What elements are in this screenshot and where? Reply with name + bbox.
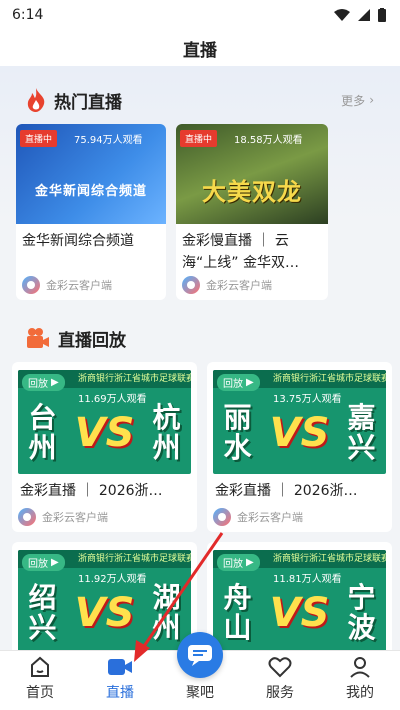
replay-card[interactable]: 浙商银行浙江省城市足球联赛 回放 ▶ 11.69万人观看 台州 VS 杭州 金彩直… — [12, 362, 197, 532]
hot-live-card[interactable]: 直播中 18.58万人观看 大美双龙 金彩慢直播 ｜ 云海“上线” 金华双… 金… — [176, 124, 328, 300]
team-a: 舟山 — [223, 581, 252, 644]
card-title: 金彩直播 ｜ 2026浙… — [20, 483, 163, 499]
hot-live-title: 热门直播 — [26, 88, 122, 113]
match-teams: 丽水 VS 嘉兴 — [213, 398, 386, 468]
content-area[interactable]: 热门直播 更多 › 直播中 75.94万人观看 金华新闻综合频道 金华新闻综合频… — [0, 66, 400, 650]
app-header: 直播 — [0, 30, 400, 66]
vs-label: VS — [269, 590, 330, 636]
match-teams: 舟山 VS 宁波 — [213, 578, 386, 648]
hot-live-row: 直播中 75.94万人观看 金华新闻综合频道 金华新闻综合频道 金彩云客户端 直… — [0, 124, 400, 300]
source-label: 金彩云客户端 — [237, 511, 303, 524]
vs-label: VS — [269, 410, 330, 456]
replay-label: 直播回放 — [58, 330, 126, 351]
tab-live-label: 直播 — [106, 685, 134, 701]
replay-badge: 回放 ▶ — [217, 374, 260, 391]
tab-mine[interactable]: 我的 — [325, 655, 395, 702]
thumbnail-caption: 大美双龙 — [202, 178, 302, 206]
team-a: 丽水 — [223, 401, 252, 464]
tab-community-label: 聚吧 — [186, 685, 214, 701]
replay-badge-label: 回放 — [28, 559, 48, 570]
replay-card[interactable]: 浙商银行浙江省城市足球联赛 回放 ▶ 11.92万人观看 绍兴 VS 湖州 — [12, 542, 197, 650]
hot-live-card[interactable]: 直播中 75.94万人观看 金华新闻综合频道 金华新闻综合频道 金彩云客户端 — [16, 124, 166, 300]
chat-icon — [188, 645, 212, 666]
page-title: 直播 — [183, 40, 217, 61]
tab-service[interactable]: 服务 — [245, 655, 315, 702]
card-title: 金彩直播 ｜ 2026浙… — [215, 483, 358, 499]
status-icons — [334, 8, 386, 22]
replay-card[interactable]: 浙商银行浙江省城市足球联赛 回放 ▶ 13.75万人观看 丽水 VS 嘉兴 金彩直… — [207, 362, 392, 532]
wifi-icon — [334, 9, 350, 21]
more-link[interactable]: 更多 › — [341, 92, 374, 109]
battery-icon — [378, 8, 386, 22]
replay-badge-label: 回放 — [223, 379, 243, 390]
signal-icon — [358, 9, 370, 21]
play-icon: ▶ — [51, 377, 59, 388]
user-icon — [347, 655, 373, 679]
team-b: 杭州 — [152, 401, 181, 464]
status-bar: 6:14 — [0, 0, 400, 30]
live-thumbnail: 直播中 18.58万人观看 大美双龙 — [176, 124, 328, 224]
replay-header: 直播回放 — [0, 320, 400, 356]
team-b: 湖州 — [152, 581, 181, 644]
viewer-count: 75.94万人观看 — [74, 135, 143, 146]
fire-icon — [27, 88, 45, 112]
play-icon: ▶ — [246, 557, 254, 568]
card-source: 金彩云客户端 — [213, 508, 303, 526]
vs-label: VS — [74, 590, 135, 636]
replay-thumbnail: 浙商银行浙江省城市足球联赛 回放 ▶ 11.69万人观看 台州 VS 杭州 — [18, 370, 191, 474]
video-icon — [107, 655, 133, 679]
replay-badge-label: 回放 — [223, 559, 243, 570]
replay-thumbnail: 浙商银行浙江省城市足球联赛 回放 ▶ 11.81万人观看 舟山 VS 宁波 — [213, 550, 386, 650]
source-label: 金彩云客户端 — [206, 279, 272, 292]
app-logo-icon — [22, 276, 40, 294]
replay-badge-label: 回放 — [28, 379, 48, 390]
team-a: 绍兴 — [28, 581, 57, 644]
match-teams: 绍兴 VS 湖州 — [18, 578, 191, 648]
card-title: 金彩慢直播 ｜ 云海“上线” 金华双… — [182, 233, 299, 271]
replay-badge: 回放 ▶ — [22, 554, 65, 571]
home-icon — [27, 655, 53, 679]
app-logo-icon — [18, 508, 36, 526]
hot-live-label: 热门直播 — [54, 92, 122, 113]
tab-home[interactable]: 首页 — [5, 655, 75, 702]
replay-badge: 回放 ▶ — [217, 554, 260, 571]
play-icon: ▶ — [51, 557, 59, 568]
replay-title: 直播回放 — [26, 326, 126, 351]
heart-icon — [267, 655, 293, 679]
tab-live[interactable]: 直播 — [85, 655, 155, 702]
play-icon: ▶ — [246, 377, 254, 388]
match-teams: 台州 VS 杭州 — [18, 398, 191, 468]
hot-live-header: 热门直播 更多 › — [0, 82, 400, 118]
team-a: 台州 — [28, 401, 57, 464]
tab-mine-label: 我的 — [346, 685, 374, 701]
replay-badge: 回放 ▶ — [22, 374, 65, 391]
vs-label: VS — [74, 410, 135, 456]
live-badge: 直播中 — [180, 130, 218, 147]
tab-home-label: 首页 — [26, 685, 54, 701]
team-b: 宁波 — [347, 581, 376, 644]
card-source: 金彩云客户端 — [22, 276, 112, 294]
team-b: 嘉兴 — [347, 401, 376, 464]
card-title: 金华新闻综合频道 — [22, 233, 134, 249]
replay-thumbnail: 浙商银行浙江省城市足球联赛 回放 ▶ 11.92万人观看 绍兴 VS 湖州 — [18, 550, 191, 650]
card-source: 金彩云客户端 — [182, 276, 272, 294]
status-time: 6:14 — [12, 7, 44, 23]
app-logo-icon — [182, 276, 200, 294]
app-logo-icon — [213, 508, 231, 526]
live-badge: 直播中 — [20, 130, 58, 147]
video-camera-icon — [27, 328, 49, 348]
replay-grid: 浙商银行浙江省城市足球联赛 回放 ▶ 11.69万人观看 台州 VS 杭州 金彩直… — [0, 362, 400, 650]
replay-thumbnail: 浙商银行浙江省城市足球联赛 回放 ▶ 13.75万人观看 丽水 VS 嘉兴 — [213, 370, 386, 474]
card-source: 金彩云客户端 — [18, 508, 108, 526]
more-label: 更多 — [341, 93, 366, 108]
replay-card[interactable]: 浙商银行浙江省城市足球联赛 回放 ▶ 11.81万人观看 舟山 VS 宁波 — [207, 542, 392, 650]
community-center-button[interactable] — [177, 632, 223, 678]
viewer-count: 18.58万人观看 — [234, 135, 303, 146]
tab-service-label: 服务 — [266, 685, 294, 701]
source-label: 金彩云客户端 — [46, 279, 112, 292]
thumbnail-caption: 金华新闻综合频道 — [34, 184, 147, 199]
live-thumbnail: 直播中 75.94万人观看 金华新闻综合频道 — [16, 124, 166, 224]
chevron-right-icon: › — [369, 93, 374, 107]
source-label: 金彩云客户端 — [42, 511, 108, 524]
